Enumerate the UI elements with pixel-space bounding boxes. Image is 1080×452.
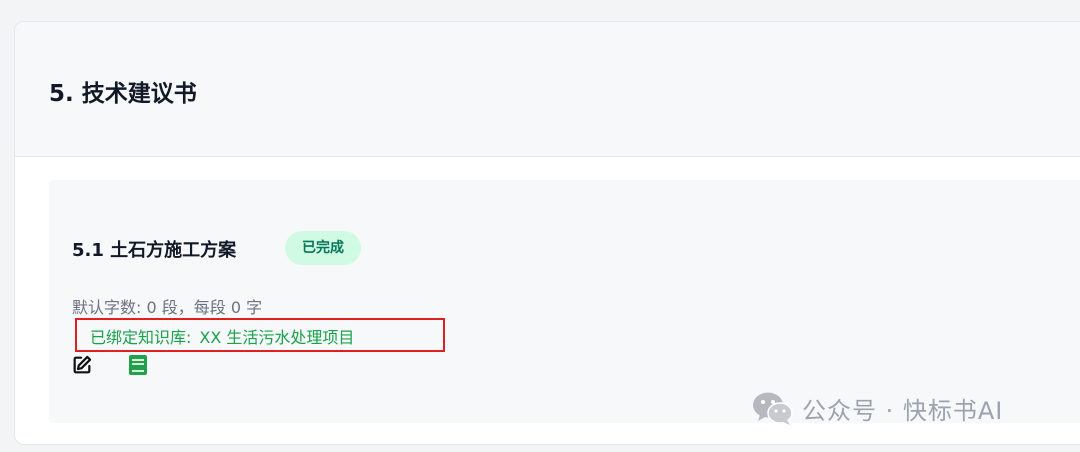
book-icon[interactable]: [128, 354, 148, 376]
subsection-title: 5.1 土石方施工方案: [72, 240, 237, 261]
wechat-icon: [753, 392, 793, 425]
section-title: 5. 技术建议书: [49, 81, 197, 107]
watermark: 公众号 · 快标书AI: [752, 388, 1003, 428]
watermark-text: 公众号 · 快标书AI: [802, 396, 1004, 425]
status-badge: 已完成: [285, 231, 361, 265]
edit-icon[interactable]: [71, 354, 93, 376]
knowledge-base-label: 已绑定知识库:: [90, 328, 192, 347]
section-card: 5. 技术建议书 5.1 土石方施工方案 已完成 默认字数: 0 段，每段 0 …: [14, 21, 1080, 445]
knowledge-base-value: XX 生活污水处理项目: [199, 328, 355, 347]
section-header: 5. 技术建议书: [15, 22, 1080, 157]
knowledge-base-binding: 已绑定知识库: XX 生活污水处理项目: [90, 324, 354, 348]
subsection-card: 5.1 土石方施工方案 已完成 默认字数: 0 段，每段 0 字 已绑定知识库:…: [49, 180, 1080, 423]
knowledge-base-highlight: 已绑定知识库: XX 生活污水处理项目: [75, 318, 445, 352]
word-count-text: 默认字数: 0 段，每段 0 字: [72, 298, 263, 317]
